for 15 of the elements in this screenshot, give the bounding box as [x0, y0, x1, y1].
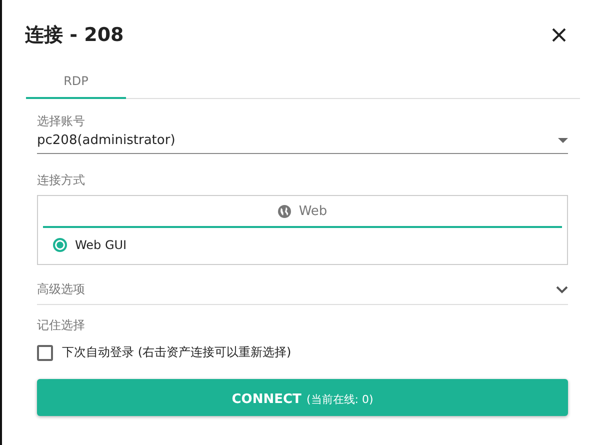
field-label: 连接方式 [37, 172, 85, 189]
tab[interactable]: RDP [26, 64, 126, 99]
checkbox-label[interactable]: 下次自动登录 (右击资产连接可以重新选择) [62, 344, 292, 361]
method-tab[interactable]: Web [43, 196, 562, 228]
dialog-title: 连接 - 208 [25, 23, 124, 48]
advanced-options-toggle[interactable]: 高级选项 [37, 265, 568, 305]
connect-button[interactable]: CONNECT (当前在线: 0) [37, 379, 568, 416]
field-label: 选择账号 [37, 113, 85, 130]
dropdown-icon [558, 138, 568, 143]
section-label: 记住选择 [37, 317, 85, 334]
radio-button[interactable] [53, 238, 67, 252]
account-select[interactable]: pc208(administrator) [37, 130, 568, 154]
close-icon[interactable] [551, 27, 567, 43]
option-label[interactable]: Web GUI [75, 238, 127, 252]
checkbox[interactable] [37, 344, 53, 360]
